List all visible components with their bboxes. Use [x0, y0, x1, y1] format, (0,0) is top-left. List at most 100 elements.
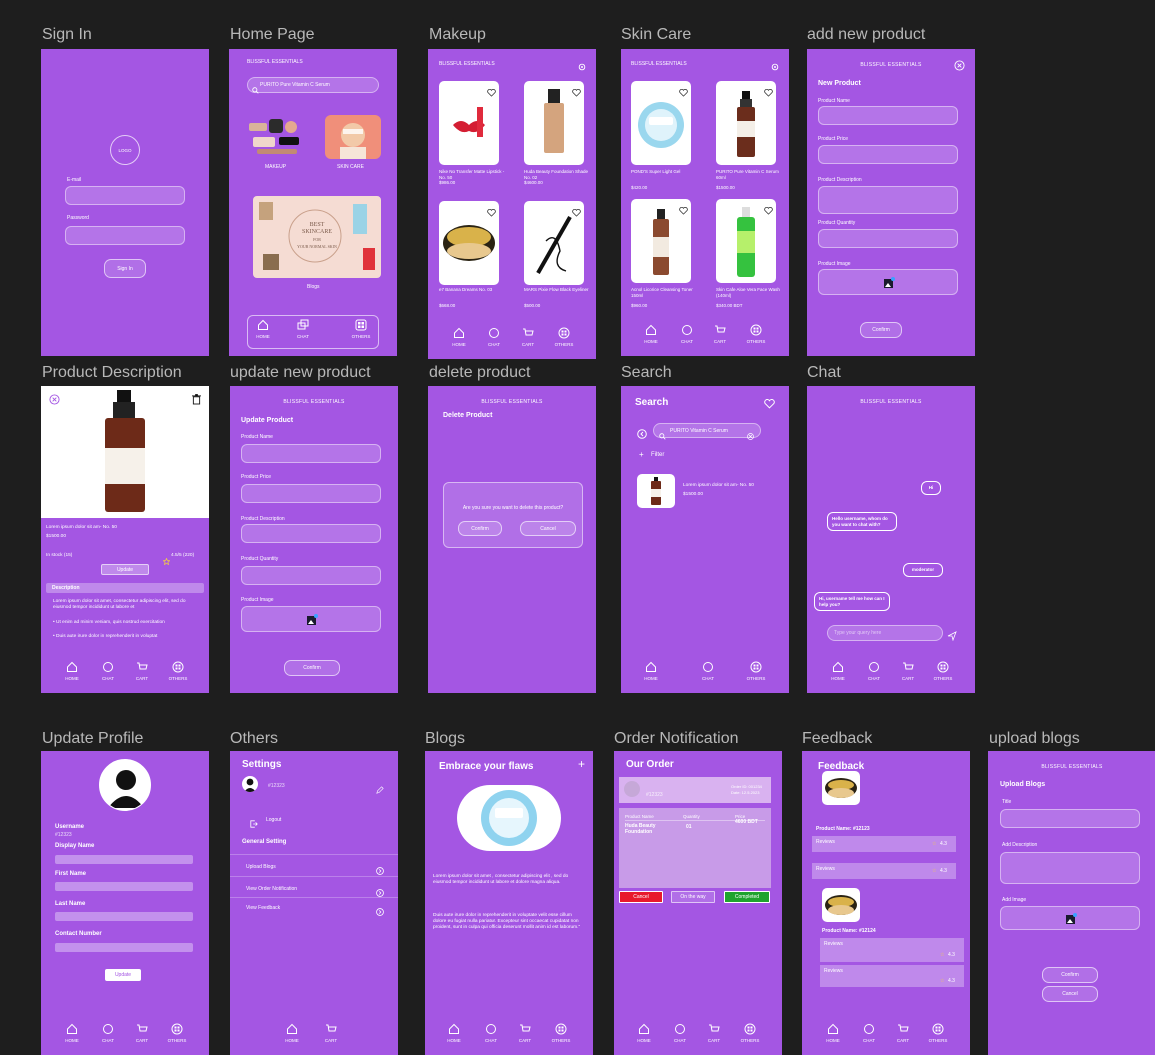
confirm-button[interactable]: Confirm	[860, 322, 902, 338]
blog-image-upload[interactable]	[1000, 906, 1140, 930]
delete-icon[interactable]	[192, 392, 201, 410]
sign-in-button[interactable]: Sign In	[104, 259, 146, 278]
last-name-field[interactable]	[55, 912, 193, 921]
nav-chat[interactable]: CHAT	[93, 1023, 123, 1043]
nav-home[interactable]: HOME	[823, 661, 853, 681]
nav-home[interactable]: HOME	[57, 661, 87, 681]
nav-others[interactable]: OTHERS	[546, 1023, 576, 1043]
product-quantity-field[interactable]	[818, 229, 958, 248]
nav-others[interactable]: OTHERS	[346, 319, 376, 339]
completed-button[interactable]: Completed	[724, 891, 770, 903]
nav-chat[interactable]: CHAT	[288, 319, 318, 339]
nav-cart[interactable]: CART	[893, 661, 923, 681]
edit-icon[interactable]	[376, 781, 384, 799]
heart-icon[interactable]	[764, 84, 773, 102]
product-image-upload[interactable]	[818, 269, 958, 295]
product-price-field[interactable]	[818, 145, 958, 164]
settings-icon[interactable]	[578, 58, 586, 76]
nav-chat[interactable]: CHAT	[665, 1023, 695, 1043]
nav-others[interactable]: OTHERS	[928, 661, 958, 681]
heart-icon[interactable]	[679, 202, 688, 220]
settings-icon[interactable]	[771, 58, 779, 76]
nav-others[interactable]: OTHERS	[923, 1023, 953, 1043]
nav-cart[interactable]: CART	[513, 327, 543, 347]
cancel-order-button[interactable]: Cancel	[619, 891, 663, 903]
nav-home[interactable]: HOME	[439, 1023, 469, 1043]
settings-item-upload-blogs[interactable]: Upload Blogs	[230, 854, 398, 875]
nav-chat[interactable]: CHAT	[93, 661, 123, 681]
nav-others[interactable]: OTHERS	[741, 661, 771, 681]
product-card[interactable]	[524, 201, 584, 285]
product-card[interactable]	[524, 81, 584, 165]
search-input[interactable]: PURITO Vitamin C Serum	[653, 423, 761, 440]
heart-icon[interactable]	[764, 396, 775, 414]
display-name-field[interactable]	[55, 855, 193, 864]
confirm-button[interactable]: Confirm	[284, 660, 340, 676]
heart-icon[interactable]	[572, 84, 581, 102]
nav-others[interactable]: OTHERS	[549, 327, 579, 347]
product-description-field[interactable]	[818, 186, 958, 214]
nav-home[interactable]: HOME	[818, 1023, 848, 1043]
product-name-field[interactable]	[818, 106, 958, 125]
product-card[interactable]	[716, 81, 776, 165]
makeup-category-image[interactable]	[247, 115, 307, 160]
nav-cart[interactable]: CART	[888, 1023, 918, 1043]
close-icon[interactable]	[49, 392, 60, 410]
blog-title-field[interactable]	[1000, 809, 1140, 828]
close-icon[interactable]	[954, 58, 965, 76]
nav-home[interactable]: HOME	[248, 319, 278, 339]
email-field[interactable]	[65, 186, 185, 205]
product-name-field[interactable]	[241, 444, 381, 463]
nav-cart[interactable]: CART	[699, 1023, 729, 1043]
contact-number-field[interactable]	[55, 943, 193, 952]
product-card[interactable]	[439, 201, 499, 285]
filter-label[interactable]: Filter	[651, 452, 664, 458]
nav-cart[interactable]: CART	[705, 324, 735, 344]
settings-item-view-feedback[interactable]: View Feedback	[230, 897, 398, 916]
cancel-button[interactable]: Cancel	[520, 521, 576, 536]
logout-label[interactable]: Logout	[266, 817, 281, 823]
on-the-way-button[interactable]: On the way	[671, 891, 715, 903]
nav-others[interactable]: OTHERS	[735, 1023, 765, 1043]
nav-others[interactable]: OTHERS	[162, 1023, 192, 1043]
nav-others[interactable]: OTHERS	[163, 661, 193, 681]
product-card[interactable]	[631, 199, 691, 283]
add-icon[interactable]: +	[578, 757, 585, 771]
result-name[interactable]: Lorem ipsum dolor sit am- No. 50	[683, 483, 754, 489]
skincare-category-image[interactable]	[325, 115, 381, 159]
back-icon[interactable]	[637, 426, 647, 444]
update-button[interactable]: Update	[101, 564, 149, 575]
nav-home[interactable]: HOME	[636, 661, 666, 681]
first-name-field[interactable]	[55, 882, 193, 891]
heart-icon[interactable]	[764, 202, 773, 220]
nav-home[interactable]: HOME	[629, 1023, 659, 1043]
blog-banner-image[interactable]: BEST SKINCARE FOR YOUR NORMAL SKIN	[253, 196, 381, 278]
search-input[interactable]: PURITO Pure Vitamin C Serum	[247, 77, 379, 94]
product-price-field[interactable]	[241, 484, 381, 503]
nav-chat[interactable]: CHAT	[854, 1023, 884, 1043]
logout-icon[interactable]	[250, 815, 258, 833]
clear-icon[interactable]	[747, 427, 754, 445]
nav-home[interactable]: HOME	[636, 324, 666, 344]
product-quantity-field[interactable]	[241, 566, 381, 585]
blog-description-field[interactable]	[1000, 852, 1140, 884]
product-card[interactable]	[439, 81, 499, 165]
nav-chat[interactable]: CHAT	[693, 661, 723, 681]
nav-cart[interactable]: CART	[510, 1023, 540, 1043]
nav-others[interactable]: OTHERS	[741, 324, 771, 344]
confirm-button[interactable]: Confirm	[1042, 967, 1098, 983]
password-field[interactable]	[65, 226, 185, 245]
search-result-image[interactable]	[637, 474, 675, 508]
product-image-upload[interactable]	[241, 606, 381, 632]
plus-icon[interactable]: +	[639, 450, 644, 459]
nav-home[interactable]: HOME	[444, 327, 474, 347]
product-card[interactable]	[716, 199, 776, 283]
chat-input[interactable]: Type your query here	[827, 625, 943, 641]
product-description-field[interactable]	[241, 524, 381, 543]
nav-cart[interactable]: CART	[127, 661, 157, 681]
nav-cart[interactable]: CART	[127, 1023, 157, 1043]
confirm-button[interactable]: Confirm	[458, 521, 502, 536]
update-button[interactable]: Update	[105, 969, 141, 981]
nav-chat[interactable]: CHAT	[859, 661, 889, 681]
nav-chat[interactable]: CHAT	[479, 327, 509, 347]
